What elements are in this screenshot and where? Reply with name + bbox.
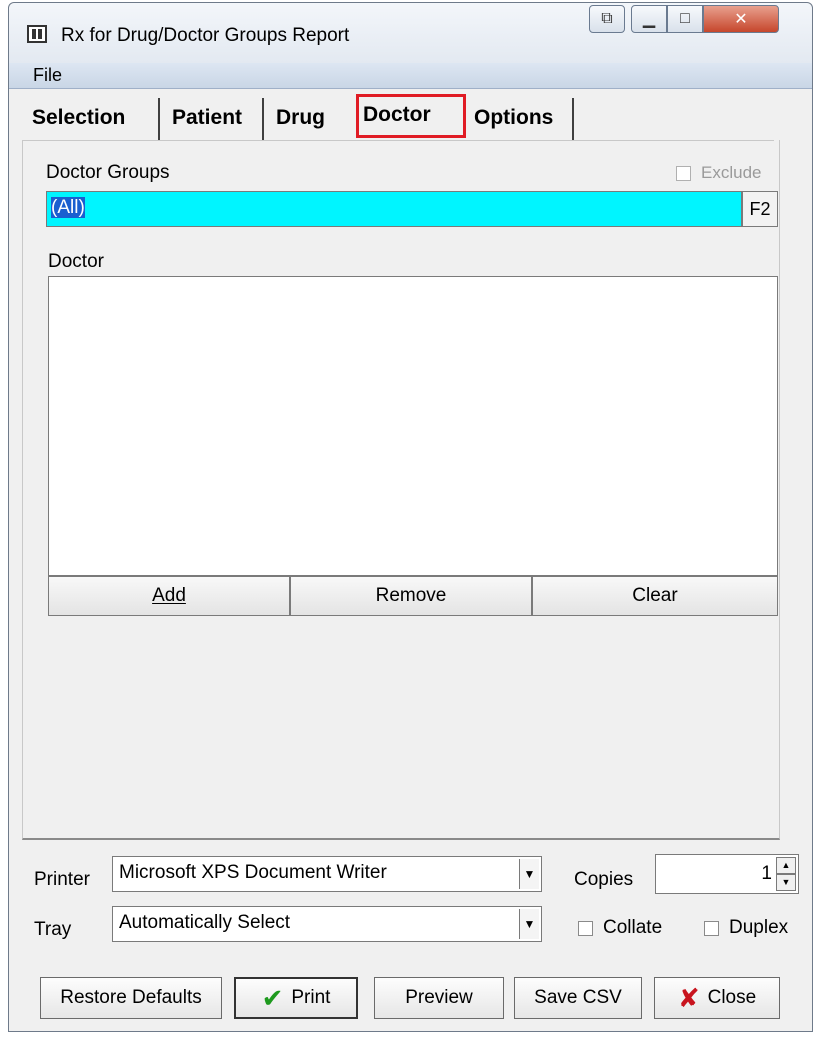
spin-up-icon[interactable]: ▲ xyxy=(776,857,796,874)
close-icon: ✕ xyxy=(734,11,748,28)
window-title: Rx for Drug/Doctor Groups Report xyxy=(61,25,350,46)
printer-select[interactable]: Microsoft XPS Document Writer ▼ xyxy=(112,856,542,892)
doctor-label: Doctor xyxy=(48,251,104,272)
copies-spinner: ▲ ▼ xyxy=(776,857,796,891)
duplex-checkbox[interactable]: Duplex xyxy=(704,917,788,939)
close-window-button[interactable]: ✕ xyxy=(703,5,779,33)
menu-file[interactable]: File xyxy=(33,65,62,86)
tray-select[interactable]: Automatically Select ▼ xyxy=(112,906,542,942)
save-csv-button[interactable]: Save CSV xyxy=(514,977,642,1019)
doctor-groups-value: (All) xyxy=(51,197,85,218)
preview-label: Preview xyxy=(405,987,473,1008)
clear-button[interactable]: Clear xyxy=(532,576,778,616)
remove-label: Remove xyxy=(375,585,447,606)
doctor-list[interactable] xyxy=(48,276,778,576)
restore-window-button[interactable]: ⧉ xyxy=(589,5,625,33)
printer-dropdown-icon[interactable]: ▼ xyxy=(519,859,539,889)
tab-doctor-label: Doctor xyxy=(363,103,431,126)
tab-patient[interactable]: Patient xyxy=(168,98,264,140)
add-button[interactable]: Add xyxy=(48,576,290,616)
maximize-icon: □ xyxy=(680,10,690,27)
copies-label: Copies xyxy=(574,869,634,890)
printer-value: Microsoft XPS Document Writer xyxy=(119,862,387,883)
exclude-checkbox[interactable]: Exclude xyxy=(676,163,761,183)
doctor-groups-field[interactable]: (All) xyxy=(46,191,742,227)
tab-options[interactable]: Options xyxy=(470,98,574,140)
title-bar[interactable]: Rx for Drug/Doctor Groups Report ⧉ ▁ □ ✕ xyxy=(9,3,812,63)
copies-value: 1 xyxy=(761,863,772,884)
exclude-label: Exclude xyxy=(701,163,762,182)
tab-doctor[interactable]: Doctor xyxy=(356,94,466,138)
exclude-checkbox-box[interactable] xyxy=(676,165,691,181)
minimize-icon: ▁ xyxy=(642,11,656,28)
restore-icon: ⧉ xyxy=(601,10,613,27)
preview-button[interactable]: Preview xyxy=(374,977,504,1019)
tab-drug[interactable]: Drug xyxy=(272,98,342,140)
tray-value: Automatically Select xyxy=(119,912,291,933)
printer-label: Printer xyxy=(34,869,90,890)
close-button[interactable]: ✘ Close xyxy=(654,977,780,1019)
tab-options-label: Options xyxy=(474,106,554,129)
checkmark-icon: ✔ xyxy=(261,983,284,1013)
tray-dropdown-icon[interactable]: ▼ xyxy=(519,909,539,939)
spin-down-icon[interactable]: ▼ xyxy=(776,874,796,891)
save-csv-label: Save CSV xyxy=(534,987,622,1008)
restore-defaults-label: Restore Defaults xyxy=(60,987,202,1008)
duplex-label: Duplex xyxy=(729,917,789,938)
x-icon: ✘ xyxy=(677,983,700,1013)
tab-drug-label: Drug xyxy=(276,106,325,129)
duplex-checkbox-box[interactable] xyxy=(704,920,719,936)
collate-label: Collate xyxy=(603,917,663,938)
minimize-button[interactable]: ▁ xyxy=(631,5,667,33)
print-button[interactable]: ✔ Print xyxy=(234,977,358,1019)
restore-defaults-button[interactable]: Restore Defaults xyxy=(40,977,222,1019)
tab-selection-label: Selection xyxy=(32,106,126,129)
tab-patient-label: Patient xyxy=(172,106,243,129)
copies-stepper[interactable]: 1 ▲ ▼ xyxy=(655,854,799,894)
doctor-list-buttons: Add Remove Clear xyxy=(48,576,778,616)
tab-selection[interactable]: Selection xyxy=(28,98,160,140)
close-label: Close xyxy=(707,987,757,1008)
clear-label: Clear xyxy=(632,585,678,606)
print-label: Print xyxy=(291,987,331,1008)
app-window-icon xyxy=(27,25,47,43)
menu-bar: File xyxy=(9,63,812,89)
f2-lookup-button[interactable]: F2 xyxy=(742,191,778,227)
add-label: Add xyxy=(152,585,186,606)
collate-checkbox-box[interactable] xyxy=(578,920,593,936)
maximize-button[interactable]: □ xyxy=(667,5,703,33)
collate-checkbox[interactable]: Collate xyxy=(578,917,662,939)
remove-button[interactable]: Remove xyxy=(290,576,532,616)
tray-label: Tray xyxy=(34,919,72,940)
doctor-groups-label: Doctor Groups xyxy=(46,162,170,183)
